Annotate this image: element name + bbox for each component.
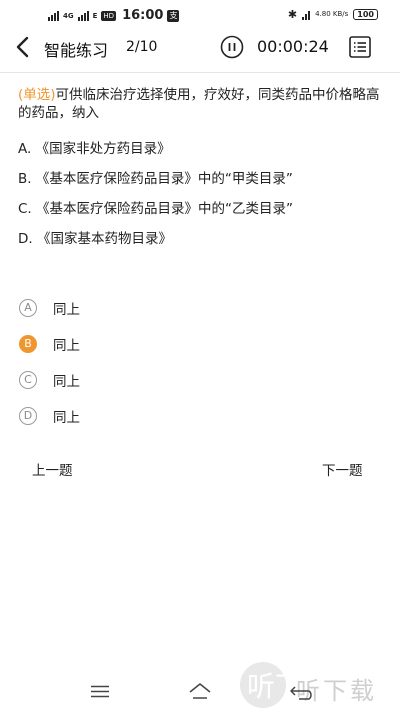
bluetooth-icon: ✱ — [287, 8, 298, 21]
network-type-2: E — [92, 11, 98, 20]
status-right: ✱ 4.80 KB/s 100 — [288, 8, 378, 21]
question-progress: 2/10 — [126, 39, 158, 55]
option-c-text: C. 《基本医疗保险药品目录》中的“乙类目录” — [18, 201, 293, 217]
battery-icon: 100 — [353, 9, 378, 20]
status-left: 4G E HD 16:00 支 — [48, 8, 180, 23]
question-stem: 可供临床治疗选择使用，疗效好，同类药品中价格略高的药品，纳入 — [18, 87, 380, 121]
choice-d-badge: D — [19, 407, 37, 425]
status-time: 16:00 — [122, 8, 164, 23]
back-icon[interactable] — [14, 36, 32, 58]
page-title: 智能练习 — [44, 41, 109, 60]
answer-choice-b[interactable]: B 同上 — [19, 334, 80, 354]
system-nav-bar — [0, 676, 400, 706]
signal-icon-2 — [77, 10, 89, 21]
choice-a-badge: A — [19, 299, 37, 317]
system-back-icon[interactable] — [289, 683, 317, 701]
menu-icon[interactable] — [91, 685, 109, 698]
prev-question-button[interactable]: 上一题 — [32, 459, 73, 479]
header-divider — [0, 72, 400, 73]
signal-icon — [48, 10, 59, 21]
next-question-button[interactable]: 下一题 — [322, 459, 363, 479]
home-icon[interactable] — [188, 682, 212, 700]
question-text: (单选)可供临床治疗选择使用，疗效好，同类药品中价格略高的药品，纳入 — [18, 86, 384, 122]
choice-c-badge: C — [19, 371, 37, 389]
answer-choice-d[interactable]: D 同上 — [19, 406, 80, 426]
pause-icon[interactable] — [220, 35, 244, 59]
choice-d-label: 同上 — [53, 410, 80, 426]
option-d-text: D. 《国家基本药物目录》 — [18, 231, 172, 247]
choice-b-badge: B — [19, 335, 37, 353]
answer-choice-c[interactable]: C 同上 — [19, 370, 80, 390]
option-a-text: A. 《国家非处方药目录》 — [18, 141, 171, 157]
hd-badge: HD — [101, 10, 117, 21]
choice-b-label: 同上 — [53, 338, 80, 354]
network-type: 4G — [63, 11, 74, 20]
net-speed: 4.80 KB/s — [315, 10, 349, 18]
header: 智能练习 2/10 00:00:24 — [0, 30, 400, 66]
timer: 00:00:24 — [257, 37, 329, 56]
option-b-text: B. 《基本医疗保险药品目录》中的“甲类目录” — [18, 171, 293, 187]
choice-c-label: 同上 — [53, 374, 80, 390]
status-bar: 4G E HD 16:00 支 ✱ 4.80 KB/s 100 — [0, 0, 400, 30]
alipay-icon: 支 — [167, 9, 180, 22]
answer-choice-a[interactable]: A 同上 — [19, 298, 80, 318]
question-type: (单选) — [18, 87, 56, 103]
choice-a-label: 同上 — [53, 302, 80, 318]
answer-card-icon[interactable] — [349, 36, 371, 58]
wifi-icon — [302, 9, 311, 20]
